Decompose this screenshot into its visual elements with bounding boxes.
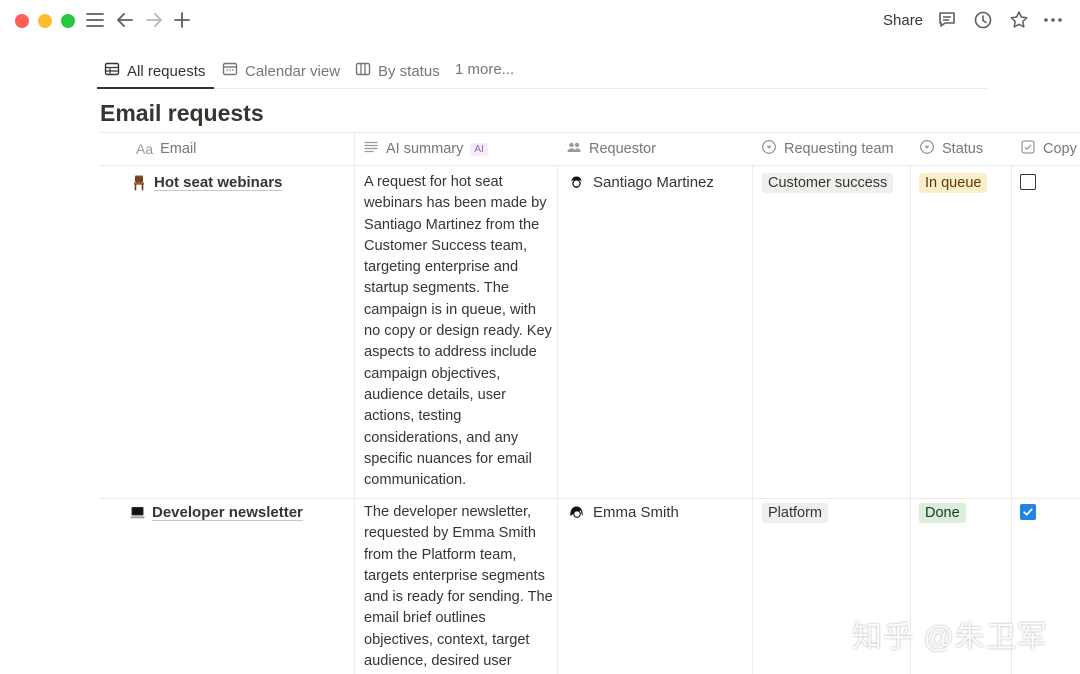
- team-tag: Platform: [762, 503, 828, 523]
- forward-arrow-icon[interactable]: [143, 9, 165, 33]
- column-header-status[interactable]: Status: [919, 133, 983, 165]
- checkbox-icon: [1020, 139, 1036, 159]
- tab-by-status[interactable]: By status: [355, 61, 440, 81]
- column-divider: [910, 166, 911, 674]
- status-badge: In queue: [919, 173, 988, 193]
- column-label: Copy: [1043, 141, 1077, 157]
- watermark: 知乎 @朱卫军: [852, 621, 1048, 654]
- text-aa-icon: Aa: [136, 141, 154, 157]
- team-cell[interactable]: Customer success: [762, 173, 894, 193]
- status-icon: [919, 139, 935, 159]
- active-tab-indicator: [97, 87, 214, 89]
- tab-calendar-view[interactable]: Calendar view: [222, 61, 340, 81]
- email-cell[interactable]: Developer newsletter: [129, 504, 303, 521]
- column-header-ai-summary[interactable]: AI summary AI: [363, 133, 488, 165]
- tab-label: Calendar view: [245, 62, 341, 80]
- copy-checkbox[interactable]: [1020, 504, 1036, 520]
- chair-icon: [131, 174, 148, 191]
- requestor-cell[interactable]: Santiago Martinez: [568, 174, 714, 191]
- status-cell[interactable]: Done: [919, 503, 966, 523]
- column-divider: [557, 166, 558, 674]
- minimize-window-button[interactable]: [38, 14, 52, 28]
- column-header-email[interactable]: Aa Email: [136, 133, 196, 165]
- checkmark-icon: [1023, 508, 1033, 516]
- status-cell[interactable]: In queue: [919, 173, 988, 193]
- checkbox-unchecked[interactable]: [1020, 174, 1036, 190]
- tab-label: All requests: [127, 62, 206, 80]
- avatar: [568, 504, 585, 521]
- page-title: Email requests: [100, 100, 264, 126]
- requestor-cell[interactable]: Emma Smith: [568, 504, 679, 521]
- share-button[interactable]: Share: [883, 12, 923, 29]
- row-divider: [100, 498, 1080, 499]
- tab-label: By status: [378, 62, 440, 80]
- back-arrow-icon[interactable]: [114, 9, 136, 33]
- column-label: Email: [160, 141, 197, 157]
- comment-icon[interactable]: [936, 9, 958, 33]
- calendar-icon: [222, 61, 238, 81]
- email-cell[interactable]: Hot seat webinars: [131, 174, 282, 191]
- history-icon[interactable]: [972, 9, 994, 33]
- lines-icon: [363, 139, 379, 159]
- ai-badge: AI: [470, 142, 488, 156]
- email-name: Developer newsletter: [152, 504, 303, 521]
- checkbox-checked[interactable]: [1020, 504, 1036, 520]
- window-toolbar: Share: [0, 0, 1080, 42]
- menu-icon[interactable]: [84, 9, 106, 33]
- close-window-button[interactable]: [15, 14, 29, 28]
- column-label: Requesting team: [784, 141, 894, 157]
- requestor-name: Santiago Martinez: [593, 174, 714, 191]
- column-label: Status: [942, 141, 984, 157]
- tab-label: 1 more...: [455, 61, 515, 78]
- star-icon[interactable]: [1008, 9, 1030, 33]
- tab-all-requests[interactable]: All requests: [104, 61, 205, 81]
- ai-summary-cell[interactable]: A request for hot seat webinars has been…: [364, 172, 554, 491]
- laptop-icon: [129, 504, 146, 521]
- column-header-requestor[interactable]: Requestor: [566, 133, 656, 165]
- plus-icon[interactable]: [171, 9, 193, 33]
- requestor-name: Emma Smith: [593, 504, 679, 521]
- select-icon: [761, 139, 777, 159]
- more-icon[interactable]: [1042, 9, 1064, 33]
- team-tag: Customer success: [762, 173, 894, 193]
- column-header-copy[interactable]: Copy: [1020, 133, 1077, 165]
- copy-checkbox[interactable]: [1020, 174, 1036, 190]
- people-icon: [566, 139, 582, 159]
- column-label: AI summary: [386, 141, 464, 157]
- tab-more-views[interactable]: 1 more...: [455, 61, 514, 78]
- column-divider: [1011, 166, 1012, 674]
- ai-summary-cell[interactable]: The developer newsletter, requested by E…: [364, 502, 554, 672]
- table-icon: [104, 61, 120, 81]
- column-divider: [354, 132, 355, 674]
- maximize-window-button[interactable]: [61, 14, 75, 28]
- avatar: [568, 174, 585, 191]
- status-badge: Done: [919, 503, 966, 523]
- board-icon: [355, 61, 371, 81]
- view-tabs: All requests Calendar view By status 1 m…: [97, 55, 987, 89]
- column-label: Requestor: [589, 141, 656, 157]
- column-divider: [752, 166, 753, 674]
- column-header-requesting-team[interactable]: Requesting team: [761, 133, 894, 165]
- table-header: Aa Email AI summary AI Requestor Request…: [100, 132, 1080, 166]
- email-name: Hot seat webinars: [154, 174, 283, 191]
- team-cell[interactable]: Platform: [762, 503, 828, 523]
